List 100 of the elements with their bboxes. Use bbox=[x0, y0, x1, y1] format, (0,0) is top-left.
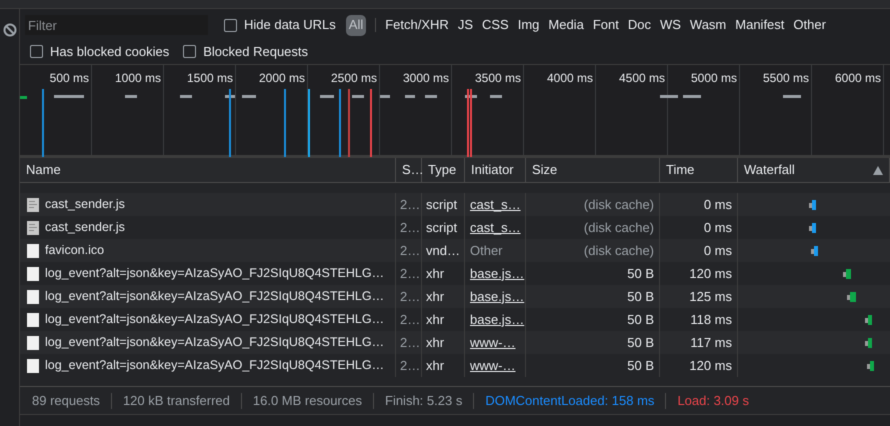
request-name[interactable]: favicon.ico bbox=[45, 241, 104, 260]
column-header[interactable]: S… bbox=[402, 160, 424, 180]
request-name[interactable]: cast_sender.js bbox=[45, 218, 125, 237]
checkbox-label: Hide data URLs bbox=[244, 16, 336, 34]
status-cell-text: 2… bbox=[400, 310, 420, 329]
column-header[interactable]: Size bbox=[532, 160, 558, 180]
waterfall-bar-icon bbox=[865, 338, 872, 348]
file-icon bbox=[27, 312, 39, 326]
initiator-link[interactable]: www-… bbox=[470, 356, 516, 376]
status-text: DOMContentLoaded: 158 ms bbox=[485, 392, 654, 410]
file-icon bbox=[27, 336, 39, 350]
request-name[interactable]: log_event?alt=json&key=AIzaSyAO_FJ2SIqU8Q4STEHLG… bbox=[45, 287, 384, 306]
column-header[interactable]: Type bbox=[428, 160, 456, 180]
initiator-link[interactable]: www-… bbox=[470, 332, 516, 352]
size-cell-text: 50 B bbox=[627, 264, 654, 283]
sort-up-icon[interactable] bbox=[873, 166, 883, 174]
time-cell-text: 120 ms bbox=[689, 356, 732, 375]
tick-label: 1500 ms bbox=[186, 70, 233, 83]
checkbox-label: Blocked Requests bbox=[203, 42, 308, 61]
block-icon[interactable] bbox=[2, 23, 16, 37]
size-cell-text: (disk cache) bbox=[584, 242, 654, 260]
tick-label: 5000 ms bbox=[690, 70, 737, 83]
size-cell-text: 50 B bbox=[627, 310, 654, 329]
type-cell-text: xhr bbox=[426, 310, 444, 329]
status-cell-text: 2… bbox=[400, 334, 420, 352]
file-icon bbox=[27, 244, 39, 258]
time-cell-text: 0 ms bbox=[704, 242, 732, 260]
status-cell-text: 2… bbox=[400, 196, 420, 214]
script-file-icon bbox=[27, 198, 39, 212]
type-cell-text: script bbox=[426, 196, 458, 214]
tick-label: 500 ms bbox=[50, 70, 89, 83]
status-cell-text: 2… bbox=[400, 242, 420, 260]
type-cell-text: xhr bbox=[426, 264, 444, 283]
tick-label: 5500 ms bbox=[762, 70, 809, 83]
status-text: 120 kB transferred bbox=[122, 392, 230, 410]
size-cell-text: (disk cache) bbox=[584, 218, 654, 237]
initiator-link[interactable]: base.js… bbox=[470, 264, 524, 284]
size-cell-text: 50 B bbox=[627, 356, 654, 375]
type-filter[interactable]: WS bbox=[660, 14, 681, 36]
waterfall-bar-icon bbox=[843, 269, 851, 279]
timeline-overview[interactable]: 500 ms 1000 ms 1500 ms 2000 ms 2500 ms 3000 ms 3500 ms 4000 ms 4500 ms 5000 ms 5500 ms 6000 ms bbox=[20, 65, 890, 158]
status-cell-text: 2… bbox=[400, 218, 420, 237]
time-cell-text: 120 ms bbox=[689, 264, 732, 283]
waterfall-bar-icon bbox=[809, 200, 816, 210]
initiator-link[interactable]: cast_s… bbox=[470, 218, 521, 238]
size-cell-text: 50 B bbox=[627, 288, 654, 306]
waterfall-bar-icon bbox=[811, 246, 818, 256]
column-header[interactable]: Time bbox=[666, 160, 694, 180]
type-filter[interactable]: Img bbox=[518, 14, 540, 36]
type-filter[interactable]: Fetch/XHR bbox=[385, 14, 449, 36]
status-text: 89 requests bbox=[32, 392, 100, 410]
type-cell-text: script bbox=[426, 218, 458, 237]
request-name[interactable]: log_event?alt=json&key=AIzaSyAO_FJ2SIqU8Q4STEHLG… bbox=[45, 356, 384, 375]
request-name[interactable]: cast_sender.js bbox=[45, 195, 125, 214]
initiator-cell-text: Other bbox=[470, 242, 503, 260]
request-name[interactable]: log_event?alt=json&key=AIzaSyAO_FJ2SIqU8Q4STEHLG… bbox=[45, 310, 384, 329]
type-filter[interactable]: JS bbox=[458, 14, 473, 36]
status-cell-text: 2… bbox=[400, 288, 420, 306]
type-filter[interactable]: Other bbox=[793, 14, 826, 36]
initiator-link[interactable]: cast_s… bbox=[470, 194, 521, 214]
checkbox[interactable] bbox=[30, 45, 43, 58]
tick-label: 4500 ms bbox=[618, 70, 665, 83]
status-text: 16.0 MB resources bbox=[252, 392, 362, 410]
status-text: Finish: 5.23 s bbox=[385, 392, 462, 410]
status-cell-text: 2… bbox=[400, 264, 420, 283]
waterfall-bar-icon bbox=[865, 315, 872, 325]
size-cell-text: 50 B bbox=[627, 334, 654, 352]
tick-label: 2500 ms bbox=[330, 70, 377, 83]
waterfall-bar-icon bbox=[809, 223, 816, 233]
tick-label: 3000 ms bbox=[402, 70, 449, 83]
request-name[interactable]: log_event?alt=json&key=AIzaSyAO_FJ2SIqU8Q4STEHLG… bbox=[45, 333, 384, 352]
type-cell-text: xhr bbox=[426, 356, 444, 375]
checkbox-label: Has blocked cookies bbox=[50, 42, 170, 61]
type-filter[interactable]: Manifest bbox=[735, 14, 784, 36]
file-icon bbox=[27, 358, 39, 372]
time-cell-text: 0 ms bbox=[704, 218, 732, 237]
type-filter[interactable]: Doc bbox=[628, 14, 651, 36]
column-header[interactable]: Name bbox=[26, 160, 61, 180]
column-header[interactable]: Waterfall bbox=[744, 160, 795, 180]
checkbox[interactable] bbox=[183, 45, 196, 58]
initiator-link[interactable]: base.js… bbox=[470, 286, 524, 306]
type-filter[interactable]: Media bbox=[548, 14, 584, 36]
type-filter[interactable]: Wasm bbox=[690, 14, 726, 36]
time-cell-text: 0 ms bbox=[704, 196, 732, 214]
status-cell-text: 2… bbox=[400, 356, 420, 375]
request-name[interactable]: log_event?alt=json&key=AIzaSyAO_FJ2SIqU8Q4STEHLG… bbox=[45, 264, 384, 283]
checkbox[interactable] bbox=[224, 18, 237, 32]
time-cell-text: 118 ms bbox=[690, 310, 732, 329]
type-filter[interactable]: CSS bbox=[482, 14, 509, 36]
filter-field[interactable]: Filter bbox=[25, 15, 208, 35]
type-cell-text: xhr bbox=[426, 334, 444, 352]
time-cell-text: 117 ms bbox=[690, 334, 732, 352]
tick-label: 3500 ms bbox=[474, 70, 521, 83]
tick-label: 1000 ms bbox=[114, 70, 161, 83]
file-icon bbox=[27, 266, 39, 280]
initiator-link[interactable]: base.js… bbox=[470, 310, 524, 330]
column-header[interactable]: Initiator bbox=[471, 160, 514, 180]
type-filter[interactable]: Font bbox=[592, 14, 619, 36]
file-icon bbox=[27, 290, 39, 304]
waterfall-bar-icon bbox=[867, 361, 874, 371]
